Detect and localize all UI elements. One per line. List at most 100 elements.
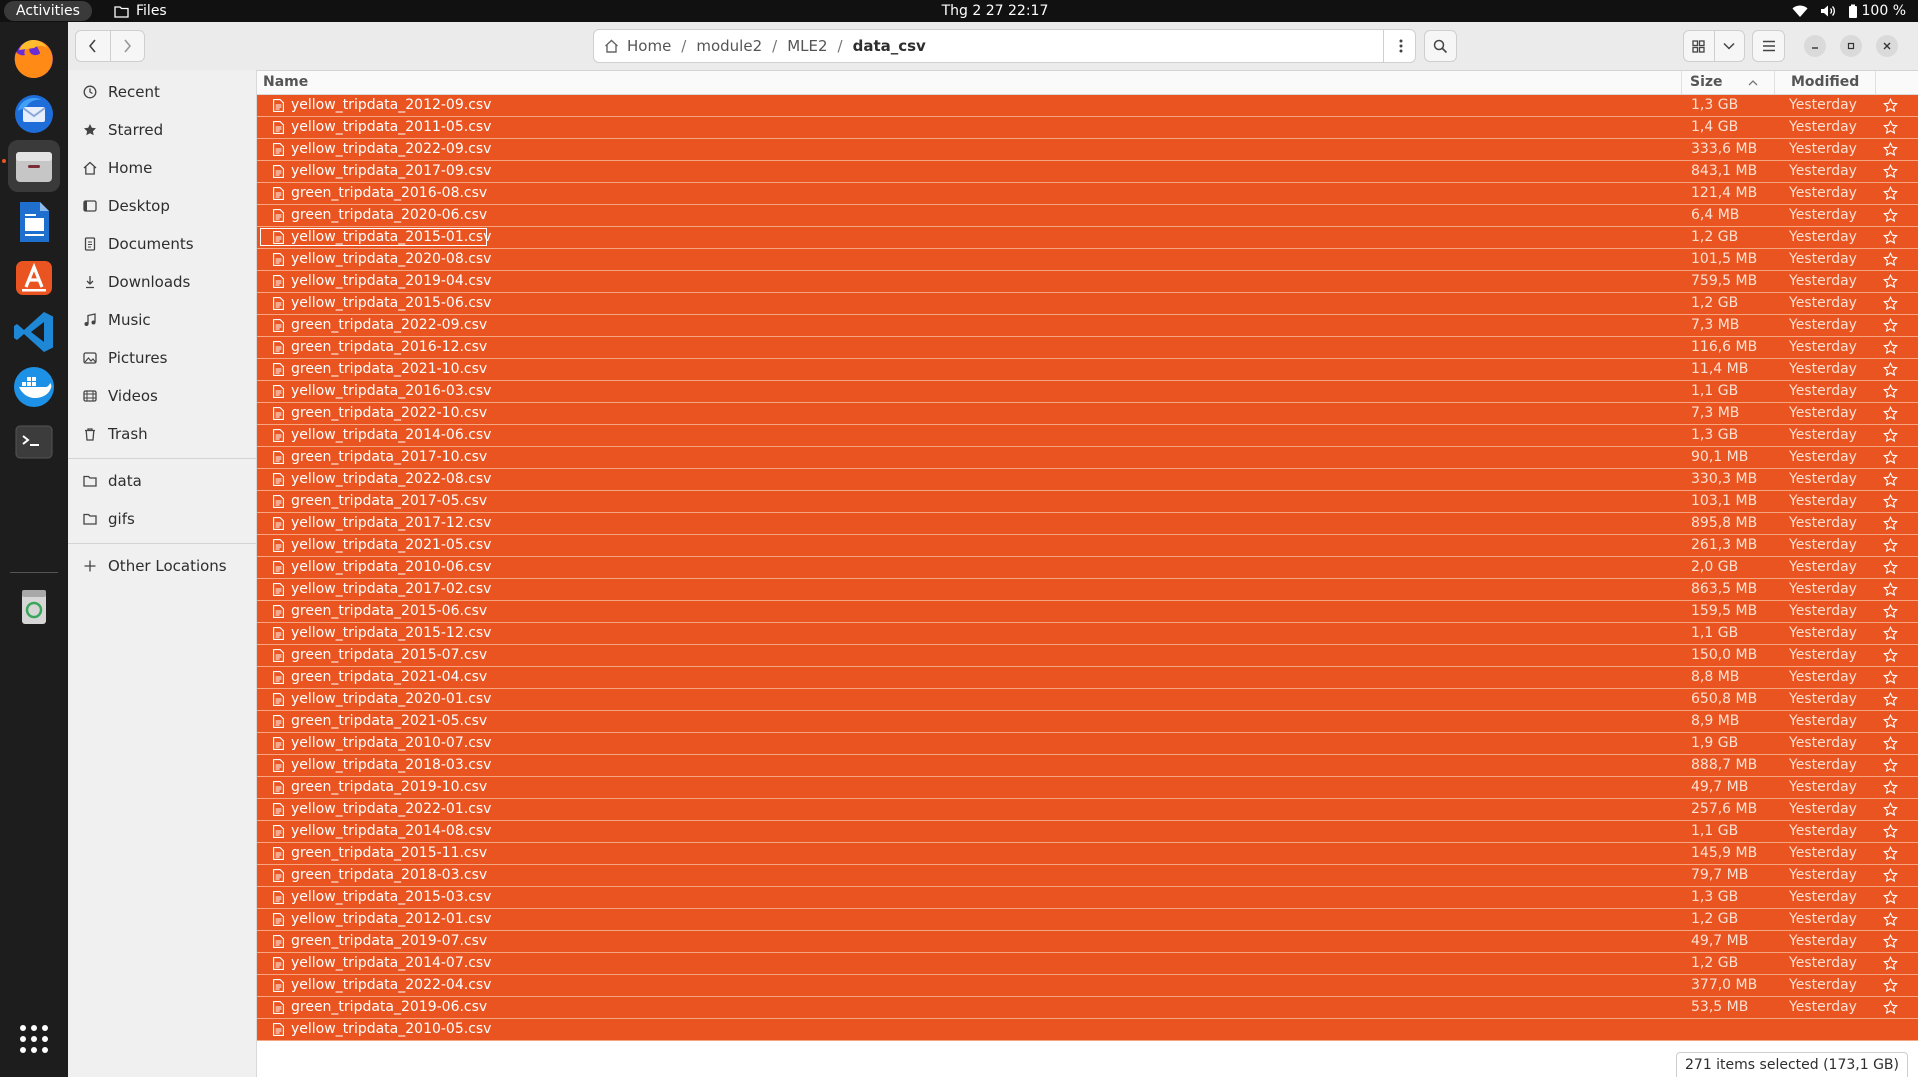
file-row[interactable]: yellow_tripdata_2015-01.csv 1,2 GB Yesterd… [257, 227, 1918, 249]
file-row[interactable]: yellow_tripdata_2020-01.csv 650,8 MB Yeste… [257, 689, 1918, 711]
file-row[interactable]: green_tripdata_2020-06.csv 6,4 MB Yesterda… [257, 205, 1918, 227]
file-row[interactable]: yellow_tripdata_2012-01.csv 1,2 GB Yesterd… [257, 909, 1918, 931]
star-toggle-icon[interactable] [1883, 846, 1898, 861]
vscode-icon[interactable] [10, 308, 58, 356]
file-list[interactable]: Name Size Modified yellow_tripdata_2012-… [257, 71, 1918, 1077]
file-row[interactable]: green_tripdata_2015-06.csv 159,5 MB Yester… [257, 601, 1918, 623]
star-toggle-icon[interactable] [1883, 912, 1898, 927]
star-toggle-icon[interactable] [1883, 340, 1898, 355]
file-row[interactable]: green_tripdata_2016-12.csv 116,6 MB Yester… [257, 337, 1918, 359]
breadcrumb-mle2[interactable]: MLE2 [783, 37, 831, 55]
star-toggle-icon[interactable] [1883, 296, 1898, 311]
star-toggle-icon[interactable] [1883, 956, 1898, 971]
sidebar-item-home[interactable]: Home [68, 149, 256, 187]
file-row[interactable]: green_tripdata_2016-08.csv 121,4 MB Yester… [257, 183, 1918, 205]
star-toggle-icon[interactable] [1883, 824, 1898, 839]
star-toggle-icon[interactable] [1883, 362, 1898, 377]
star-toggle-icon[interactable] [1883, 560, 1898, 575]
file-row[interactable]: yellow_tripdata_2010-05.csv [257, 1019, 1918, 1041]
file-row[interactable]: green_tripdata_2019-07.csv 49,7 MB Yesterd… [257, 931, 1918, 953]
star-toggle-icon[interactable] [1883, 230, 1898, 245]
star-toggle-icon[interactable] [1883, 384, 1898, 399]
app-center-icon[interactable] [10, 253, 58, 301]
docker-icon[interactable] [10, 363, 58, 411]
star-toggle-icon[interactable] [1883, 736, 1898, 751]
breadcrumb-module2[interactable]: module2 [692, 37, 766, 55]
show-apps-icon[interactable] [10, 1015, 58, 1063]
file-row[interactable]: yellow_tripdata_2016-03.csv 1,1 GB Yesterd… [257, 381, 1918, 403]
star-toggle-icon[interactable] [1883, 758, 1898, 773]
sidebar-item-data[interactable]: data [68, 462, 256, 500]
file-row[interactable]: green_tripdata_2019-10.csv 49,7 MB Yesterd… [257, 777, 1918, 799]
close-button[interactable] [1876, 35, 1898, 57]
star-toggle-icon[interactable] [1883, 604, 1898, 619]
file-row[interactable]: yellow_tripdata_2018-03.csv 888,7 MB Yeste… [257, 755, 1918, 777]
star-toggle-icon[interactable] [1883, 428, 1898, 443]
file-row[interactable]: yellow_tripdata_2017-12.csv 895,8 MB Yeste… [257, 513, 1918, 535]
path-menu-button[interactable] [1383, 29, 1417, 63]
star-toggle-icon[interactable] [1883, 120, 1898, 135]
file-row[interactable]: yellow_tripdata_2017-09.csv 843,1 MB Yeste… [257, 161, 1918, 183]
star-toggle-icon[interactable] [1883, 318, 1898, 333]
star-toggle-icon[interactable] [1883, 868, 1898, 883]
file-row[interactable]: green_tripdata_2019-06.csv 53,5 MB Yesterd… [257, 997, 1918, 1019]
star-toggle-icon[interactable] [1883, 670, 1898, 685]
file-row[interactable]: green_tripdata_2015-11.csv 145,9 MB Yester… [257, 843, 1918, 865]
sort-ascending-icon[interactable] [1747, 71, 1759, 94]
sidebar-item-documents[interactable]: Documents [68, 225, 256, 263]
file-row[interactable]: green_tripdata_2021-10.csv 11,4 MB Yesterd… [257, 359, 1918, 381]
star-toggle-icon[interactable] [1883, 582, 1898, 597]
file-row[interactable]: yellow_tripdata_2014-06.csv 1,3 GB Yesterd… [257, 425, 1918, 447]
activities-button[interactable]: Activities [4, 1, 92, 21]
star-toggle-icon[interactable] [1883, 780, 1898, 795]
sidebar-item-trash[interactable]: Trash [68, 415, 256, 453]
file-row[interactable]: yellow_tripdata_2015-06.csv 1,2 GB Yesterd… [257, 293, 1918, 315]
maximize-button[interactable] [1840, 35, 1862, 57]
star-toggle-icon[interactable] [1883, 252, 1898, 267]
search-button[interactable] [1424, 30, 1457, 62]
file-row[interactable]: green_tripdata_2022-10.csv 7,3 MB Yesterda… [257, 403, 1918, 425]
firefox-icon[interactable] [10, 34, 58, 82]
file-row[interactable]: yellow_tripdata_2021-05.csv 261,3 MB Yeste… [257, 535, 1918, 557]
thunderbird-icon[interactable] [10, 89, 58, 137]
star-toggle-icon[interactable] [1883, 472, 1898, 487]
star-toggle-icon[interactable] [1883, 164, 1898, 179]
sidebar-item-gifs[interactable]: gifs [68, 500, 256, 538]
star-toggle-icon[interactable] [1883, 494, 1898, 509]
system-tray[interactable]: 100 % [1792, 0, 1906, 22]
forward-button[interactable] [109, 31, 145, 61]
star-toggle-icon[interactable] [1883, 714, 1898, 729]
star-toggle-icon[interactable] [1883, 538, 1898, 553]
file-row[interactable]: yellow_tripdata_2017-02.csv 863,5 MB Yeste… [257, 579, 1918, 601]
main-menu-button[interactable] [1752, 30, 1785, 62]
star-toggle-icon[interactable] [1883, 98, 1898, 113]
file-row[interactable]: yellow_tripdata_2014-07.csv 1,2 GB Yesterd… [257, 953, 1918, 975]
file-row[interactable]: yellow_tripdata_2015-12.csv 1,1 GB Yesterd… [257, 623, 1918, 645]
file-row[interactable]: green_tripdata_2015-07.csv 150,0 MB Yester… [257, 645, 1918, 667]
app-menu[interactable]: Files [114, 0, 167, 22]
star-toggle-icon[interactable] [1883, 934, 1898, 949]
sidebar-item-starred[interactable]: Starred [68, 111, 256, 149]
star-toggle-icon[interactable] [1883, 890, 1898, 905]
file-row[interactable]: yellow_tripdata_2020-08.csv 101,5 MB Yeste… [257, 249, 1918, 271]
file-row[interactable]: yellow_tripdata_2022-01.csv 257,6 MB Yeste… [257, 799, 1918, 821]
star-toggle-icon[interactable] [1883, 274, 1898, 289]
sidebar-item-pictures[interactable]: Pictures [68, 339, 256, 377]
file-row[interactable]: yellow_tripdata_2014-08.csv 1,1 GB Yesterd… [257, 821, 1918, 843]
writer-icon[interactable] [10, 198, 58, 246]
star-toggle-icon[interactable] [1883, 802, 1898, 817]
star-toggle-icon[interactable] [1883, 186, 1898, 201]
trash-icon[interactable] [10, 582, 58, 630]
file-row[interactable]: yellow_tripdata_2022-09.csv 333,6 MB Yeste… [257, 139, 1918, 161]
sidebar-item-recent[interactable]: Recent [68, 73, 256, 111]
column-size[interactable]: Size [1690, 71, 1723, 94]
file-row[interactable]: yellow_tripdata_2019-04.csv 759,5 MB Yeste… [257, 271, 1918, 293]
star-toggle-icon[interactable] [1883, 450, 1898, 465]
star-toggle-icon[interactable] [1883, 1000, 1898, 1015]
view-dropdown-button[interactable] [1715, 31, 1745, 61]
sidebar-item-desktop[interactable]: Desktop [68, 187, 256, 225]
terminal-icon[interactable] [10, 418, 58, 466]
breadcrumb-current[interactable]: data_csv [849, 37, 930, 55]
star-toggle-icon[interactable] [1883, 692, 1898, 707]
star-toggle-icon[interactable] [1883, 406, 1898, 421]
